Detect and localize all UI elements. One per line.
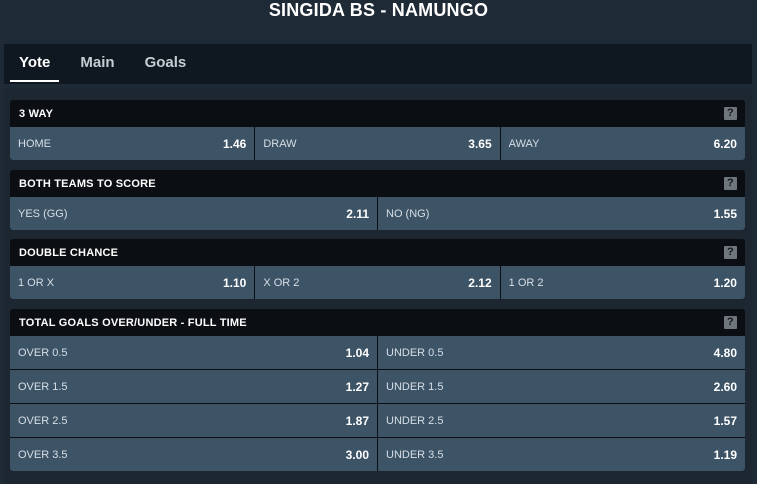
odd-button-no-ng[interactable]: NO (NG) 1.55 bbox=[377, 197, 745, 230]
odd-value: 1.57 bbox=[713, 413, 737, 428]
odd-button-home[interactable]: HOME 1.46 bbox=[10, 127, 255, 160]
market-title: 3 WAY bbox=[19, 107, 54, 120]
outcome-label: OVER 3.5 bbox=[18, 448, 68, 461]
help-icon[interactable]: ? bbox=[724, 246, 737, 259]
odd-value: 3.00 bbox=[345, 447, 369, 462]
odd-value: 3.65 bbox=[468, 136, 492, 151]
outcome-label: UNDER 0.5 bbox=[386, 346, 444, 359]
market-both-teams-to-score: BOTH TEAMS TO SCORE ? YES (GG) 2.11 NO (… bbox=[10, 170, 745, 230]
odd-value: 2.11 bbox=[346, 206, 369, 221]
odd-button-over-3-5[interactable]: OVER 3.5 3.00 bbox=[10, 438, 377, 471]
outcome-label: X OR 2 bbox=[263, 276, 300, 289]
outcome-label: DRAW bbox=[263, 137, 297, 150]
odd-value: 1.19 bbox=[713, 447, 737, 462]
odd-button-over-2-5[interactable]: OVER 2.5 1.87 bbox=[10, 404, 377, 437]
market-header: BOTH TEAMS TO SCORE ? bbox=[10, 170, 745, 197]
market-title: TOTAL GOALS OVER/UNDER - FULL TIME bbox=[19, 316, 247, 329]
odds-row: OVER 1.5 1.27 UNDER 1.5 2.60 bbox=[10, 369, 745, 403]
odd-button-over-1-5[interactable]: OVER 1.5 1.27 bbox=[10, 370, 377, 403]
odd-button-under-1-5[interactable]: UNDER 1.5 2.60 bbox=[377, 370, 745, 403]
help-icon[interactable]: ? bbox=[724, 107, 737, 120]
odd-button-draw[interactable]: DRAW 3.65 bbox=[254, 127, 500, 160]
market-header: DOUBLE CHANCE ? bbox=[10, 239, 745, 266]
outcome-label: UNDER 2.5 bbox=[386, 414, 444, 427]
odd-button-over-0-5[interactable]: OVER 0.5 1.04 bbox=[10, 336, 377, 369]
outcome-label: OVER 1.5 bbox=[18, 380, 68, 393]
odd-value: 1.10 bbox=[222, 275, 247, 290]
outcome-label: UNDER 1.5 bbox=[386, 380, 444, 393]
odd-value: 1.04 bbox=[345, 345, 369, 360]
outcome-label: OVER 0.5 bbox=[18, 346, 68, 359]
outcome-label: YES (GG) bbox=[18, 207, 68, 220]
odd-button-away[interactable]: AWAY 6.20 bbox=[499, 127, 745, 160]
odd-button-yes-gg[interactable]: YES (GG) 2.11 bbox=[10, 197, 377, 230]
tab-main[interactable]: Main bbox=[65, 44, 129, 84]
odds-row: OVER 2.5 1.87 UNDER 2.5 1.57 bbox=[10, 403, 745, 437]
odd-button-x-or-2[interactable]: X OR 2 2.12 bbox=[254, 266, 500, 299]
odd-value: 1.55 bbox=[713, 206, 737, 221]
market-title: DOUBLE CHANCE bbox=[19, 246, 119, 259]
outcome-label: 1 OR X bbox=[18, 276, 55, 289]
tab-goals[interactable]: Goals bbox=[130, 44, 202, 84]
market-title: BOTH TEAMS TO SCORE bbox=[19, 177, 156, 190]
odd-value: 6.20 bbox=[713, 136, 737, 151]
market-total-goals: TOTAL GOALS OVER/UNDER - FULL TIME ? OVE… bbox=[10, 309, 745, 471]
market-double-chance: DOUBLE CHANCE ? 1 OR X 1.10 X OR 2 2.12 … bbox=[10, 239, 745, 299]
outcome-label: OVER 2.5 bbox=[18, 414, 68, 427]
help-icon[interactable]: ? bbox=[724, 316, 737, 329]
odd-button-under-0-5[interactable]: UNDER 0.5 4.80 bbox=[377, 336, 745, 369]
odds-row: OVER 3.5 3.00 UNDER 3.5 1.19 bbox=[10, 437, 745, 471]
tab-yote[interactable]: Yote bbox=[4, 44, 65, 84]
odd-button-1-or-2[interactable]: 1 OR 2 1.20 bbox=[499, 266, 745, 299]
market-header: 3 WAY ? bbox=[10, 100, 745, 127]
odd-value: 2.12 bbox=[468, 275, 492, 290]
odd-value: 4.80 bbox=[713, 345, 737, 360]
outcome-label: NO (NG) bbox=[386, 207, 430, 220]
odd-value: 1.20 bbox=[713, 275, 737, 290]
help-icon[interactable]: ? bbox=[724, 177, 737, 190]
odd-value: 1.27 bbox=[345, 379, 369, 394]
odds-row: 1 OR X 1.10 X OR 2 2.12 1 OR 2 1.20 bbox=[10, 266, 745, 299]
market-3-way: 3 WAY ? HOME 1.46 DRAW 3.65 AWAY 6.20 bbox=[10, 100, 745, 160]
match-title: SINGIDA BS - NAMUNGO bbox=[268, 0, 489, 20]
odd-value: 1.46 bbox=[222, 136, 247, 151]
odds-row: YES (GG) 2.11 NO (NG) 1.55 bbox=[10, 197, 745, 230]
outcome-label: AWAY bbox=[508, 137, 540, 150]
markets-list: 3 WAY ? HOME 1.46 DRAW 3.65 AWAY 6.20 BO… bbox=[4, 88, 752, 484]
odd-value: 2.60 bbox=[713, 379, 737, 394]
outcome-label: HOME bbox=[18, 137, 51, 150]
odds-row: OVER 0.5 1.04 UNDER 0.5 4.80 bbox=[10, 336, 745, 369]
market-header: TOTAL GOALS OVER/UNDER - FULL TIME ? bbox=[10, 309, 745, 336]
odds-row: HOME 1.46 DRAW 3.65 AWAY 6.20 bbox=[10, 127, 745, 160]
market-tabs: Yote Main Goals bbox=[4, 44, 752, 84]
outcome-label: 1 OR 2 bbox=[508, 276, 544, 289]
outcome-label: UNDER 3.5 bbox=[386, 448, 444, 461]
odd-value: 1.87 bbox=[345, 413, 369, 428]
odd-button-under-2-5[interactable]: UNDER 2.5 1.57 bbox=[377, 404, 745, 437]
odd-button-1-or-x[interactable]: 1 OR X 1.10 bbox=[10, 266, 255, 299]
odd-button-under-3-5[interactable]: UNDER 3.5 1.19 bbox=[377, 438, 745, 471]
